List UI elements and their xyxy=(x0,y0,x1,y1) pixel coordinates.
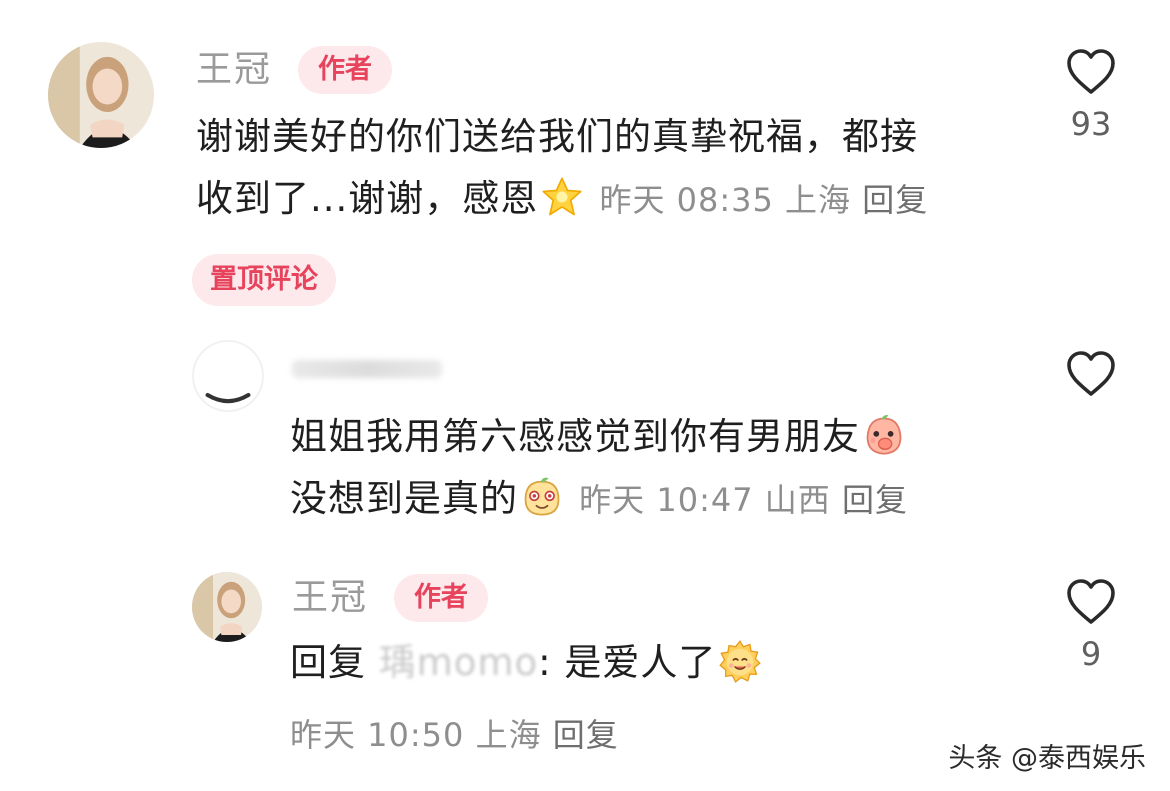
comment-meta: 昨天 08:35 上海 回复 xyxy=(588,181,928,219)
blushing-peach-emoji-icon xyxy=(520,475,564,519)
avatar-image xyxy=(48,42,154,148)
reply-button[interactable]: 回复 xyxy=(553,716,619,754)
reply-target-username[interactable]: 瑀momo xyxy=(379,641,538,684)
like-button[interactable] xyxy=(1056,350,1126,410)
hidden-username xyxy=(292,360,442,378)
comment-text-fragment: : 是爱人了 xyxy=(538,641,717,684)
comment-text[interactable]: 回复 瑀momo: 是爱人了 xyxy=(290,632,1050,694)
heart-icon xyxy=(1067,49,1115,94)
comment-item: 王冠 作者 谢谢美好的你们送给我们的真挚祝福，都接 收到了...谢谢，感恩 昨天… xyxy=(0,0,1170,320)
heart-icon xyxy=(1067,579,1115,624)
comment-text-line: 收到了...谢谢，感恩 昨天 08:35 上海 回复 xyxy=(196,168,1026,231)
avatar-image xyxy=(205,393,251,404)
avatar[interactable] xyxy=(48,42,154,148)
pinned-badge: 置顶评论 xyxy=(192,254,336,306)
avatar-image xyxy=(192,572,262,642)
comment-text-fragment: 姐姐我用第六感感觉到你有男朋友 xyxy=(290,415,860,458)
comment-time: 昨天 08:35 xyxy=(599,181,774,219)
comment-location: 山西 xyxy=(764,481,831,519)
comment-item: 姐姐我用第六感感觉到你有男朋友 没想到是真的 昨天 10:47 山西 回复 xyxy=(0,330,1170,550)
comment-location: 上海 xyxy=(475,716,542,754)
comment-text-line: 谢谢美好的你们送给我们的真挚祝福，都接 xyxy=(196,115,918,158)
author-badge: 作者 xyxy=(394,574,488,622)
like-count: 9 xyxy=(1080,635,1102,673)
reply-prefix: 回复 xyxy=(290,641,366,684)
like-count: 93 xyxy=(1070,105,1112,143)
peach-covering-mouth-emoji-icon xyxy=(862,413,906,457)
comment-text-line: 姐姐我用第六感感觉到你有男朋友 xyxy=(290,406,1050,468)
like-button[interactable]: 9 xyxy=(1056,578,1126,670)
watermark: 头条 @泰西娱乐 xyxy=(948,743,1146,774)
comment-time: 昨天 10:50 xyxy=(290,716,465,754)
comment-meta: 昨天 10:50 上海 回复 xyxy=(290,710,619,756)
comment-text-fragment: 没想到是真的 xyxy=(290,477,518,520)
star-emoji-icon xyxy=(540,175,584,219)
author-name[interactable]: 王冠 xyxy=(292,580,368,616)
comment-text[interactable]: 谢谢美好的你们送给我们的真挚祝福，都接 收到了...谢谢，感恩 昨天 08:35… xyxy=(196,106,1026,231)
like-button[interactable]: 93 xyxy=(1056,48,1126,140)
heart-icon xyxy=(1067,351,1115,396)
comment-time: 昨天 10:47 xyxy=(579,481,754,519)
smiling-sun-emoji-icon xyxy=(718,639,762,683)
reply-button[interactable]: 回复 xyxy=(842,481,908,519)
author-name[interactable]: 王冠 xyxy=(196,52,272,88)
comment-location: 上海 xyxy=(785,181,852,219)
author-badge: 作者 xyxy=(298,46,392,94)
comment-meta: 昨天 10:47 山西 回复 xyxy=(568,481,908,519)
comment-text-line: 回复 瑀momo: 是爱人了 xyxy=(290,632,1050,694)
comment-text[interactable]: 姐姐我用第六感感觉到你有男朋友 没想到是真的 昨天 10:47 山西 回复 xyxy=(290,406,1050,531)
comment-text-fragment: 收到了...谢谢，感恩 xyxy=(196,177,539,220)
avatar[interactable] xyxy=(192,340,264,412)
comment-text-line: 没想到是真的 昨天 10:47 山西 回复 xyxy=(290,468,1050,531)
avatar[interactable] xyxy=(192,572,262,642)
reply-button[interactable]: 回复 xyxy=(862,181,928,219)
